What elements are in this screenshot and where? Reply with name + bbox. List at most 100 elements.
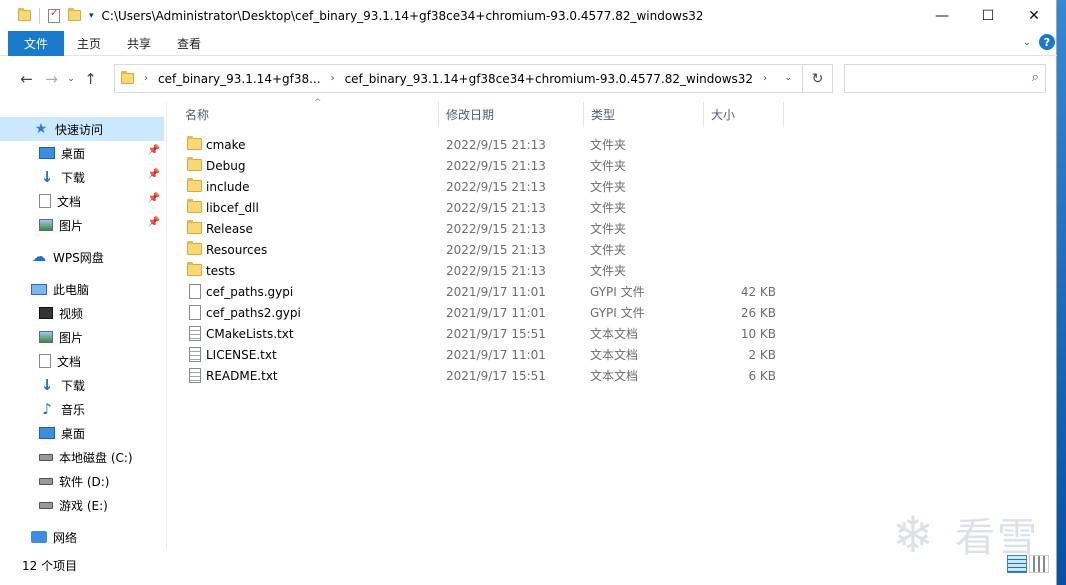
nav-item-drive-e[interactable]: 游戏 (E:) [0, 493, 164, 517]
minimize-button[interactable]: — [919, 0, 965, 31]
nav-item-downloads[interactable]: ↓ 下载 📌 [0, 165, 164, 189]
table-row[interactable]: Resources 2022/9/15 21:13 文件夹 [178, 239, 798, 260]
new-folder-icon[interactable] [68, 8, 81, 21]
text-file-icon [189, 326, 201, 341]
nav-item-label: 图片 [59, 218, 84, 233]
item-count: 12 个项目 [22, 558, 78, 573]
file-type: 文件夹 [590, 264, 627, 278]
address-bar[interactable]: › cef_binary_93.1.14+gf38... › cef_binar… [114, 64, 833, 93]
recent-locations-icon[interactable]: ⌄ [64, 74, 78, 84]
navigation-bar: ← → ⌄ ↑ › cef_binary_93.1.14+gf38... › c… [0, 56, 1057, 102]
file-date: 2022/9/15 21:13 [446, 221, 546, 236]
desktop-icon [39, 427, 55, 439]
file-name: include [206, 179, 250, 194]
search-input[interactable] [845, 65, 1015, 92]
pin-icon[interactable]: 📌 [148, 193, 160, 204]
table-row[interactable]: tests 2022/9/15 21:13 文件夹 [178, 260, 798, 281]
expand-ribbon-icon[interactable]: ⌄ [1023, 37, 1031, 48]
nav-item-drive-c[interactable]: 本地磁盘 (C:) [0, 445, 164, 469]
breadcrumb-item[interactable]: cef_binary_93.1.14+gf38... [158, 72, 321, 86]
table-row[interactable]: Release 2022/9/15 21:13 文件夹 [178, 218, 798, 239]
nav-item-desktop[interactable]: 桌面 📌 [0, 141, 164, 165]
explorer-window: ▾ C:\Users\Administrator\Desktop\cef_bin… [0, 0, 1057, 585]
properties-icon[interactable] [48, 8, 60, 23]
status-bar: 12 个项目 [0, 553, 1057, 577]
search-box[interactable]: ⌕ [844, 64, 1046, 93]
help-icon[interactable]: ? [1039, 34, 1055, 50]
tab-home[interactable]: 主页 [64, 31, 114, 56]
column-header-label: 类型 [591, 108, 616, 122]
nav-item-network[interactable]: 网络 [0, 525, 164, 549]
pin-icon[interactable]: 📌 [148, 217, 160, 228]
close-button[interactable]: ✕ [1011, 0, 1057, 31]
column-header-label: 修改日期 [446, 108, 495, 122]
large-icons-view-icon[interactable] [1029, 555, 1049, 573]
folder-icon [187, 178, 202, 192]
pin-icon[interactable]: 📌 [148, 145, 160, 156]
nav-item-this-pc[interactable]: 此电脑 [0, 277, 164, 301]
address-dropdown-icon[interactable]: ⌄ [784, 73, 792, 83]
file-name: tests [206, 263, 236, 278]
nav-item-documents-pc[interactable]: 文档 [0, 349, 164, 373]
nav-item-documents[interactable]: 文档 📌 [0, 189, 164, 213]
customize-toolbar-icon[interactable]: ▾ [89, 11, 94, 21]
table-row[interactable]: cmake 2022/9/15 21:13 文件夹 [178, 134, 798, 155]
search-icon[interactable]: ⌕ [1032, 70, 1039, 85]
nav-item-videos[interactable]: 视频 [0, 301, 164, 325]
table-row[interactable]: include 2022/9/15 21:13 文件夹 [178, 176, 798, 197]
back-arrow-icon[interactable]: ← [14, 70, 39, 88]
table-row[interactable]: README.txt 2021/9/17 15:51 文本文档 6 KB [178, 365, 798, 386]
column-header-name[interactable]: 名称 ^ [178, 98, 439, 127]
refresh-icon[interactable]: ↻ [802, 65, 832, 92]
text-file-icon [189, 368, 201, 383]
up-arrow-icon[interactable]: ↑ [78, 70, 103, 88]
file-date: 2021/9/17 11:01 [446, 347, 546, 362]
breadcrumb-separator-icon[interactable]: › [331, 73, 335, 84]
table-row[interactable]: LICENSE.txt 2021/9/17 11:01 文本文档 2 KB [178, 344, 798, 365]
nav-item-desktop-pc[interactable]: 桌面 [0, 421, 164, 445]
table-row[interactable]: cef_paths.gypi 2021/9/17 11:01 GYPI 文件 42 K… [178, 281, 798, 302]
table-row[interactable]: Debug 2022/9/15 21:13 文件夹 [178, 155, 798, 176]
divider [39, 7, 40, 24]
file-type: GYPI 文件 [590, 285, 645, 299]
nav-item-drive-d[interactable]: 软件 (D:) [0, 469, 164, 493]
nav-item-label: 快速访问 [55, 122, 104, 137]
file-size: 42 KB [740, 284, 776, 299]
table-row[interactable]: cef_paths2.gypi 2021/9/17 11:01 GYPI 文件 26 … [178, 302, 798, 323]
breadcrumb-item[interactable]: cef_binary_93.1.14+gf38ce34+chromium-93.… [345, 72, 754, 86]
file-list: 名称 ^ 修改日期 类型 大小 cmake 2022/9/15 21:13 文件夹 D… [168, 98, 1057, 549]
tab-file[interactable]: 文件 [8, 30, 64, 56]
breadcrumb-separator-icon[interactable]: › [144, 73, 148, 84]
ribbon-tabs: 文件 主页 共享 查看 ⌄ ? [0, 30, 1057, 56]
column-header-size[interactable]: 大小 [704, 102, 784, 127]
file-name: Release [206, 221, 253, 236]
nav-item-label: 软件 (D:) [59, 474, 110, 489]
title-bar: ▾ C:\Users\Administrator\Desktop\cef_bin… [0, 0, 1057, 31]
pin-icon[interactable]: 📌 [148, 169, 160, 180]
file-type: 文件夹 [590, 201, 627, 215]
nav-item-pictures[interactable]: 图片 📌 [0, 213, 164, 237]
column-header-type[interactable]: 类型 [584, 102, 704, 127]
nav-item-pictures-pc[interactable]: 图片 [0, 325, 164, 349]
nav-item-quick-access[interactable]: ★ 快速访问 [0, 117, 164, 141]
details-view-icon[interactable] [1007, 555, 1027, 573]
nav-item-music[interactable]: ♪ 音乐 [0, 397, 164, 421]
tab-view[interactable]: 查看 [164, 31, 214, 56]
desktop-icon [39, 147, 55, 159]
quick-access-toolbar: ▾ [0, 7, 94, 24]
table-row[interactable]: CMakeLists.txt 2021/9/17 15:51 文本文档 10 KB [178, 323, 798, 344]
nav-item-wps-cloud[interactable]: ☁ WPS网盘 [0, 245, 164, 269]
nav-item-label: 下载 [61, 170, 86, 185]
file-date: 2021/9/17 11:01 [446, 305, 546, 320]
column-header-date[interactable]: 修改日期 [439, 102, 584, 127]
file-date: 2022/9/15 21:13 [446, 263, 546, 278]
column-header-label: 名称 [185, 108, 210, 122]
table-row[interactable]: libcef_dll 2022/9/15 21:13 文件夹 [178, 197, 798, 218]
forward-arrow-icon[interactable]: → [39, 70, 64, 88]
nav-item-downloads-pc[interactable]: ↓ 下载 [0, 373, 164, 397]
breadcrumb-separator-icon[interactable]: › [763, 73, 767, 84]
download-icon: ↓ [40, 168, 54, 186]
folder-icon [187, 157, 202, 171]
tab-share[interactable]: 共享 [114, 31, 164, 56]
maximize-button[interactable]: ☐ [965, 0, 1011, 31]
